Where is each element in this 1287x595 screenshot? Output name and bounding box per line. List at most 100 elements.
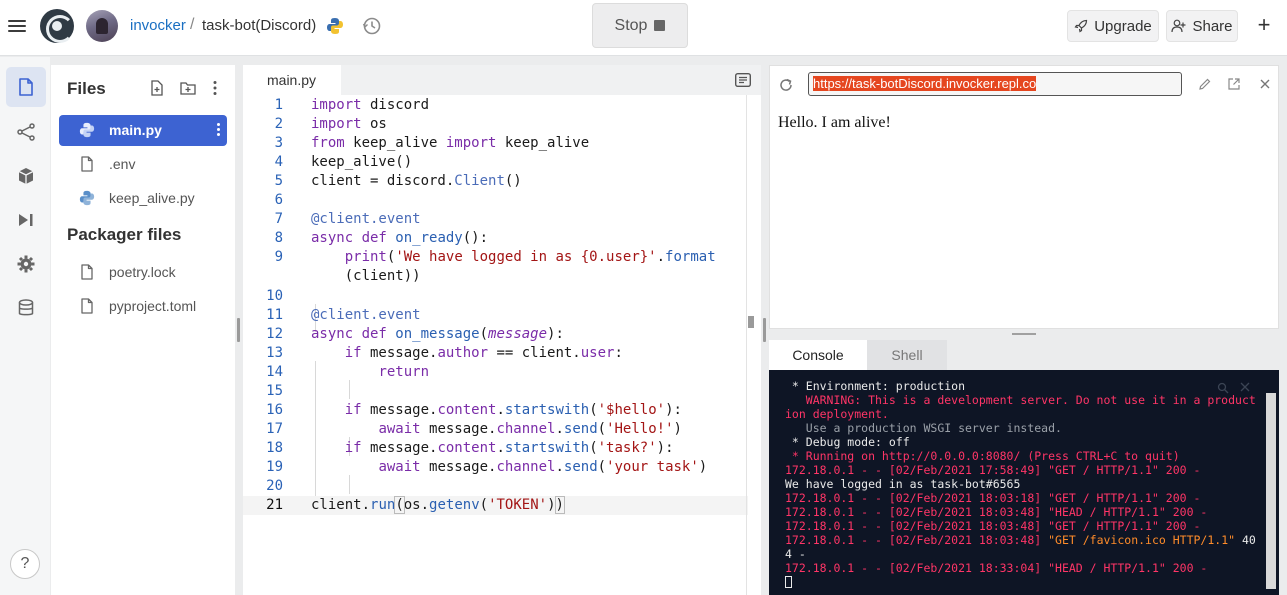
console-line: WARNING: This is a development server. D…	[785, 393, 1256, 407]
pane-resize-handle[interactable]	[1012, 333, 1036, 335]
more-options-icon[interactable]	[206, 79, 224, 97]
line-number: 2	[274, 116, 283, 132]
avatar[interactable]	[86, 10, 118, 42]
console-tab-bar: Console Shell	[769, 340, 1279, 370]
console-line: We have logged in as task-bot#6565	[785, 477, 1021, 491]
share-nodes-icon	[17, 123, 35, 141]
file-name: pyproject.toml	[109, 298, 197, 314]
line-number: 12	[266, 326, 283, 342]
rocket-icon	[1074, 19, 1088, 33]
console-line: 172.18.0.1 - - [02/Feb/2021 18:03:18] "G…	[785, 491, 1201, 505]
line-number: 8	[274, 230, 283, 246]
file-icon	[81, 298, 93, 314]
url-input[interactable]: https://task-botDiscord.invocker.repl.co	[808, 72, 1182, 96]
tab-console[interactable]: Console	[769, 340, 867, 370]
tab-shell[interactable]: Shell	[867, 340, 947, 370]
console-line: * Running on http://0.0.0.0:8080/ (Press…	[785, 449, 1180, 463]
new-file-icon[interactable]	[148, 79, 166, 97]
stop-label: Stop	[614, 16, 648, 34]
python-icon	[79, 122, 95, 138]
python-icon	[79, 190, 95, 206]
file-name: .env	[109, 156, 136, 172]
files-title: Files	[67, 79, 106, 98]
replit-logo-icon[interactable]	[40, 9, 74, 43]
add-person-icon	[1171, 19, 1186, 33]
console-line: * Debug mode: off	[785, 435, 910, 449]
reload-icon[interactable]	[778, 77, 794, 93]
upgrade-label: Upgrade	[1094, 17, 1152, 35]
code-line: 14 return	[243, 363, 748, 382]
line-number: 14	[266, 364, 283, 380]
line-number: 7	[274, 211, 283, 227]
editor-tab-bar: main.py	[243, 65, 761, 95]
code-line: 18 if message.content.startswith('task?'…	[243, 439, 748, 458]
history-icon[interactable]	[362, 16, 382, 36]
edit-pencil-icon[interactable]	[1198, 77, 1212, 91]
console-line: 172.18.0.1 - - [02/Feb/2021 18:33:04] "H…	[785, 561, 1208, 575]
code-line: 7 @client.event	[243, 210, 748, 229]
editor-resize-handle[interactable]	[763, 318, 766, 342]
code-editor[interactable]: main.py 1 import discord 2 import os 3 from…	[243, 65, 761, 595]
settings-tool-button[interactable]	[6, 244, 46, 284]
file-name: main.py	[109, 122, 162, 138]
editor-scrollbar-thumb[interactable]	[748, 316, 754, 328]
format-code-icon[interactable]	[735, 73, 751, 87]
new-folder-icon[interactable]	[179, 79, 197, 97]
console-line-request: "GET /favicon.ico HTTP/1.1"	[1048, 533, 1236, 547]
code-line: 15	[243, 382, 748, 401]
files-resize-handle[interactable]	[237, 318, 240, 342]
left-rail: ?	[0, 57, 50, 595]
line-number: 17	[266, 421, 283, 437]
file-item-keep-alive-py[interactable]: keep_alive.py	[59, 183, 227, 214]
stop-button[interactable]: Stop	[592, 3, 688, 48]
code-line: 6	[243, 191, 748, 210]
line-number: 9	[274, 249, 283, 265]
menu-icon[interactable]	[8, 17, 26, 33]
packages-tool-button[interactable]	[6, 156, 46, 196]
line-number: 4	[274, 154, 283, 170]
code-line: 2 import os	[243, 115, 748, 134]
webview-panel: https://task-botDiscord.invocker.repl.co…	[769, 65, 1279, 329]
code-area[interactable]: 1 import discord 2 import os 3 from keep_al…	[243, 95, 748, 595]
debugger-tool-button[interactable]	[6, 200, 46, 240]
packager-files-title: Packager files	[67, 225, 182, 244]
database-tool-button[interactable]	[6, 288, 46, 328]
line-number: 19	[266, 459, 283, 475]
file-item-pyproject-toml[interactable]: pyproject.toml	[59, 291, 227, 322]
open-new-tab-icon[interactable]	[1227, 77, 1241, 91]
file-options-icon[interactable]	[215, 121, 221, 139]
tab-main-py[interactable]: main.py	[243, 65, 341, 95]
console-scrollbar[interactable]	[1266, 393, 1276, 589]
line-number: 3	[274, 135, 283, 151]
file-icon	[81, 264, 93, 280]
version-control-tool-button[interactable]	[6, 112, 46, 152]
file-name: keep_alive.py	[109, 190, 195, 206]
terminal-cursor	[785, 576, 792, 588]
package-cube-icon	[18, 168, 34, 184]
code-line: 19 await message.channel.send('your task…	[243, 458, 748, 477]
file-item-poetry-lock[interactable]: poetry.lock	[59, 257, 227, 288]
upgrade-button[interactable]: Upgrade	[1067, 10, 1159, 42]
line-number: 20	[266, 478, 283, 494]
file-item-main-py[interactable]: main.py	[59, 115, 227, 146]
help-button[interactable]: ?	[10, 549, 40, 579]
close-icon[interactable]	[1258, 77, 1272, 91]
code-line: 16 if message.content.startswith('$hello…	[243, 401, 748, 420]
console-line: 172.18.0.1 - - [02/Feb/2021 18:03:48] "G…	[785, 519, 1201, 533]
files-tool-button[interactable]	[6, 67, 46, 107]
line-number: 10	[266, 288, 283, 304]
code-line: 5 client = discord.Client()	[243, 172, 748, 191]
file-item-env[interactable]: .env	[59, 149, 227, 180]
editor-scroll-track	[746, 95, 747, 595]
clear-console-icon[interactable]	[1239, 381, 1251, 393]
console-line: 172.18.0.1 - - [02/Feb/2021 18:03:48] "G…	[785, 533, 1256, 547]
owner-link[interactable]: invocker	[130, 17, 186, 34]
new-tab-plus-icon[interactable]: +	[1254, 14, 1274, 36]
play-step-icon	[19, 214, 33, 226]
breadcrumb-separator: /	[190, 16, 195, 33]
share-button[interactable]: Share	[1166, 10, 1238, 42]
project-name[interactable]: task-bot(Discord)	[202, 17, 316, 34]
console-output[interactable]: * Environment: production WARNING: This …	[769, 370, 1279, 595]
files-panel: Files main.py .env keep_alive.py Package…	[51, 65, 235, 595]
console-line: ion deployment.	[785, 407, 889, 421]
